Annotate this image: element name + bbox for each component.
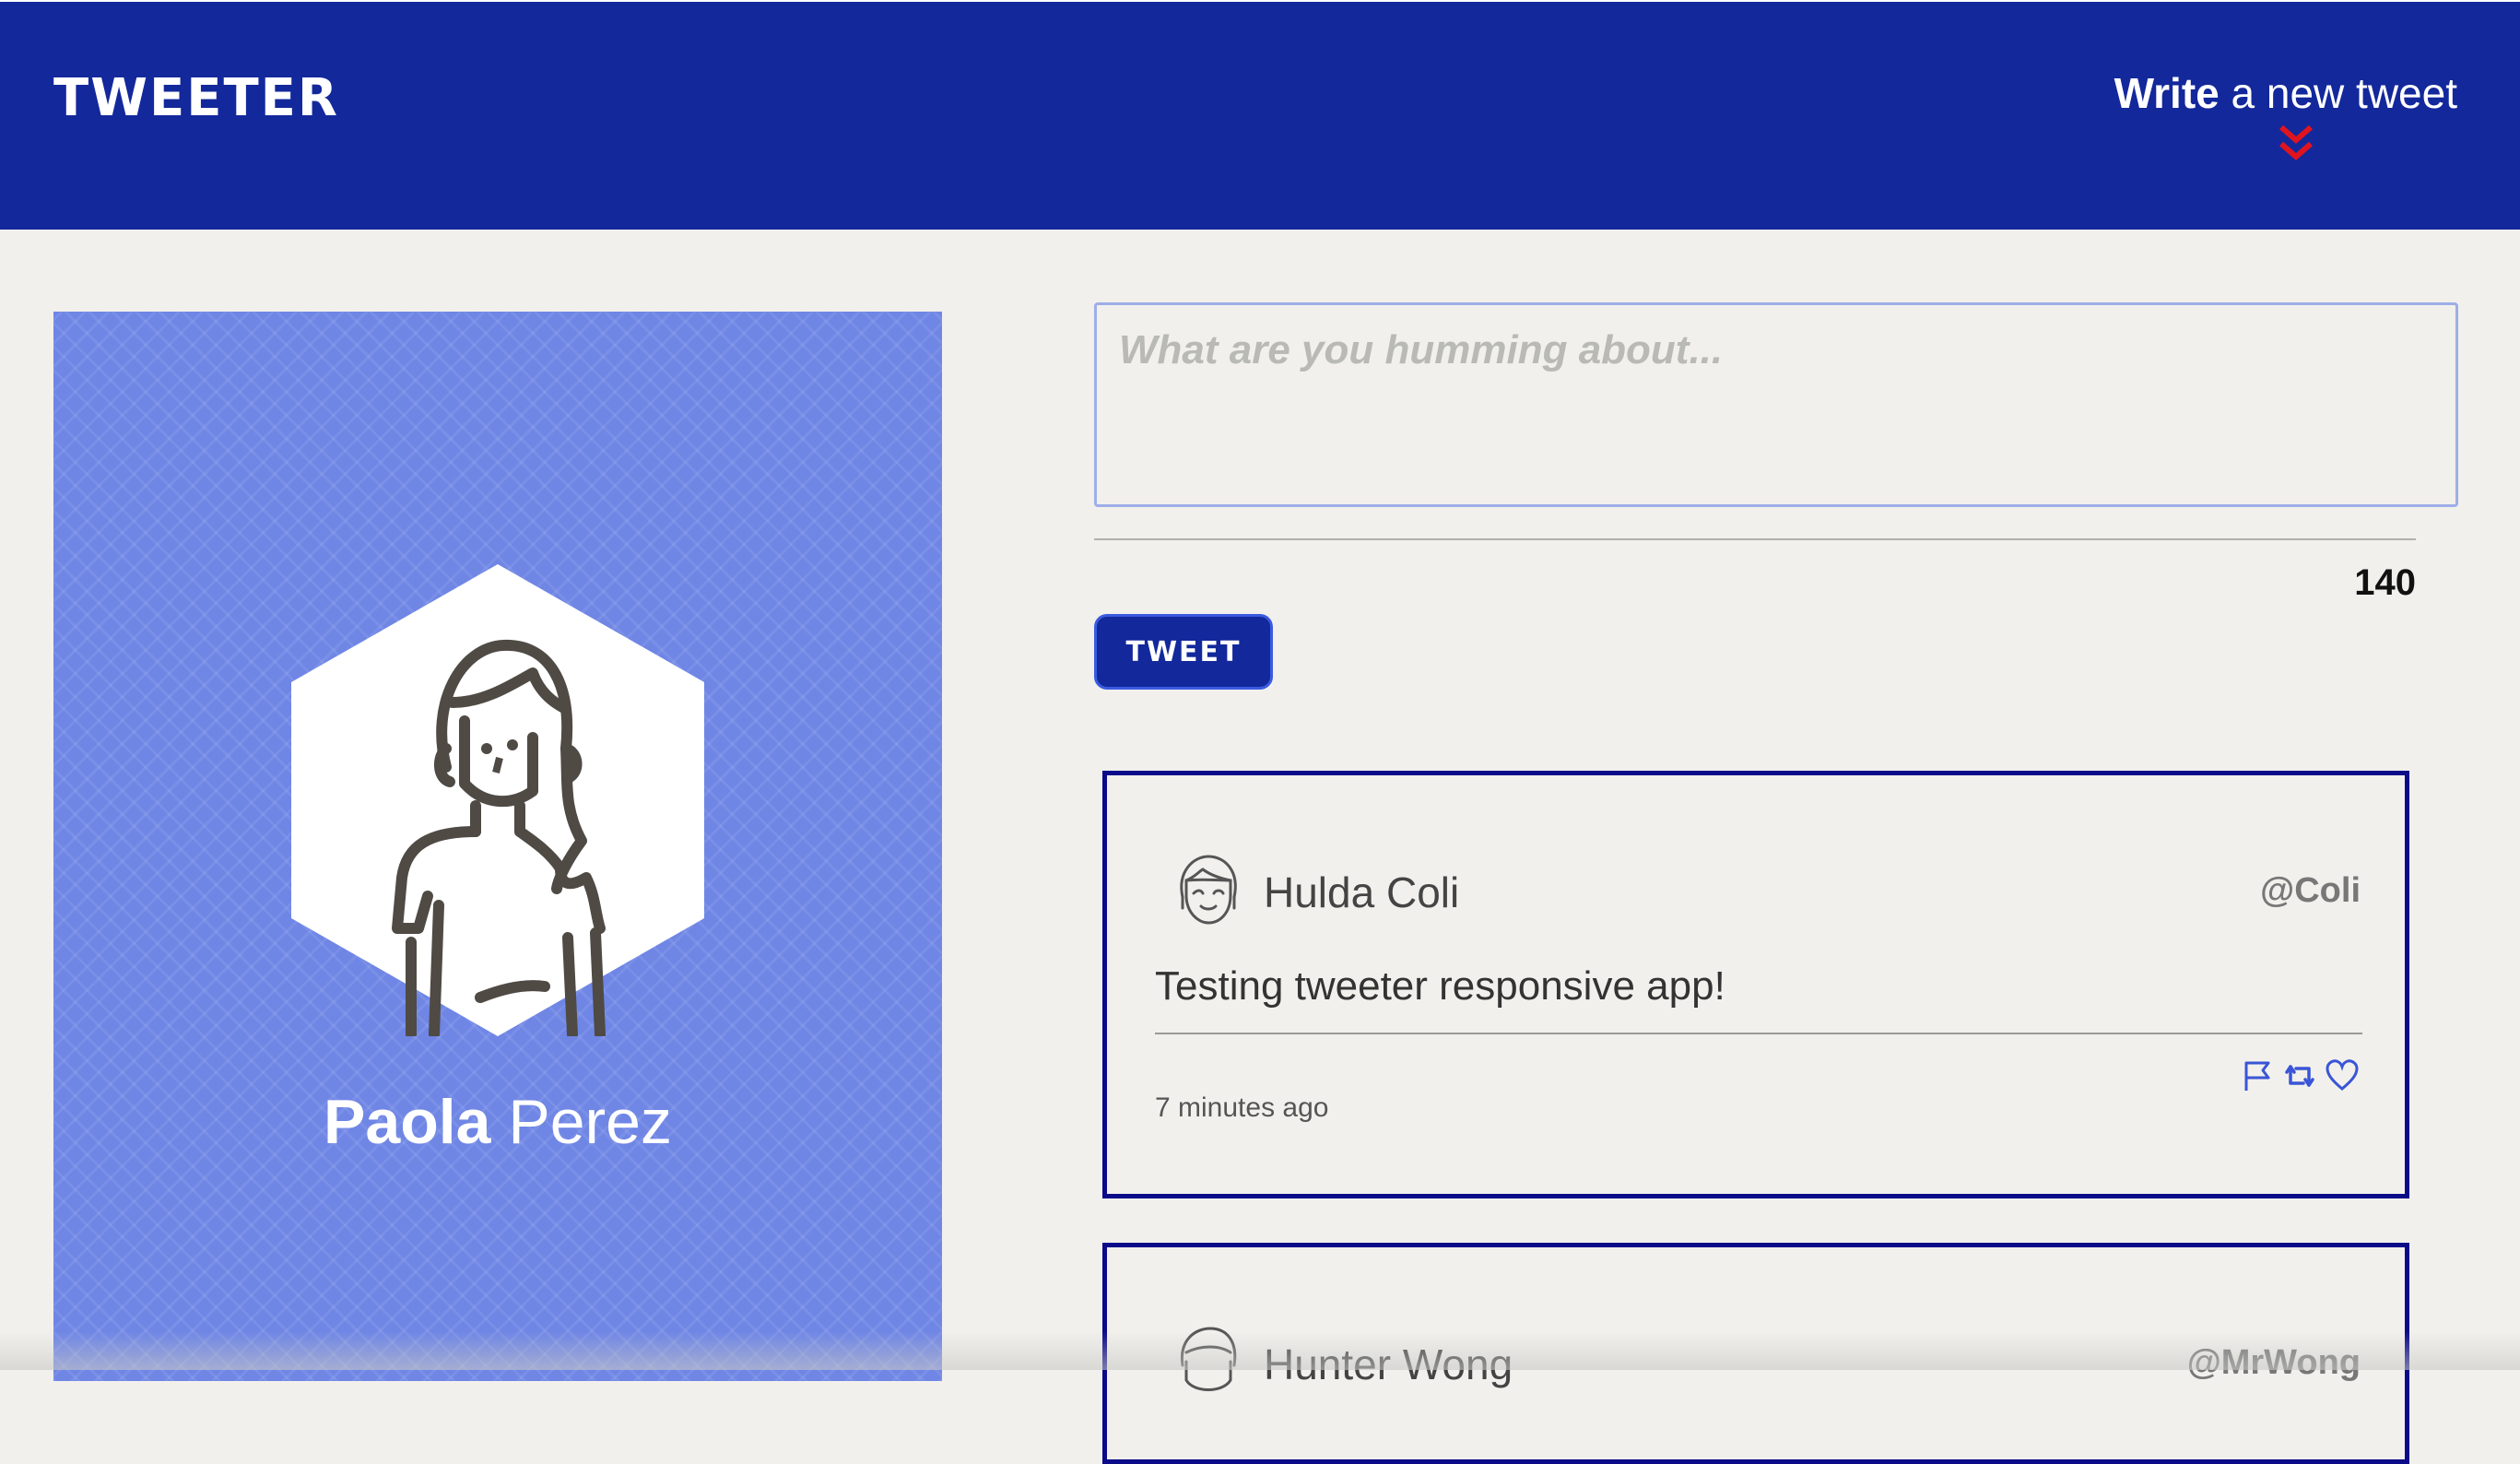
- tweet-divider: [1155, 1033, 2362, 1034]
- retweet-icon[interactable]: [2281, 1057, 2318, 1094]
- tweet-actions: [2239, 1057, 2361, 1094]
- profile-avatar: [291, 564, 704, 1040]
- profile-name: Paola Perez: [53, 1086, 942, 1158]
- profile-last-name: Perez: [508, 1087, 672, 1157]
- profile-first-name: Paola: [324, 1087, 491, 1157]
- tweet-author-handle[interactable]: @Coli: [2260, 871, 2361, 911]
- tweet-compose-input[interactable]: [1094, 302, 2458, 507]
- scroll-fade-overlay: [0, 1331, 2520, 1370]
- write-link-rest: a new tweet: [2219, 69, 2458, 117]
- tweet-content: Testing tweeter responsive app!: [1155, 963, 1725, 1009]
- compose-divider: [1094, 538, 2416, 540]
- heart-icon[interactable]: [2324, 1057, 2361, 1094]
- write-new-tweet-link[interactable]: Write a new tweet: [2114, 68, 2457, 118]
- tweet-timestamp: 7 minutes ago: [1155, 1092, 1329, 1123]
- write-link-strong: Write: [2114, 69, 2220, 117]
- character-counter: 140: [2354, 562, 2416, 603]
- tweet-card: Hulda Coli @Coli Testing tweeter respons…: [1102, 771, 2409, 1198]
- flag-icon[interactable]: [2239, 1057, 2276, 1094]
- profile-card: Paola Perez: [53, 312, 942, 1381]
- tweet-author-name[interactable]: Hulda Coli: [1264, 868, 1459, 917]
- tweet-avatar-icon: [1180, 855, 1237, 925]
- tweet-submit-button[interactable]: TWEET: [1094, 614, 1273, 690]
- double-chevron-down-icon[interactable]: [2278, 124, 2314, 162]
- brand-logo[interactable]: TWEETER: [53, 68, 339, 128]
- top-nav: TWEETER Write a new tweet: [0, 0, 2520, 230]
